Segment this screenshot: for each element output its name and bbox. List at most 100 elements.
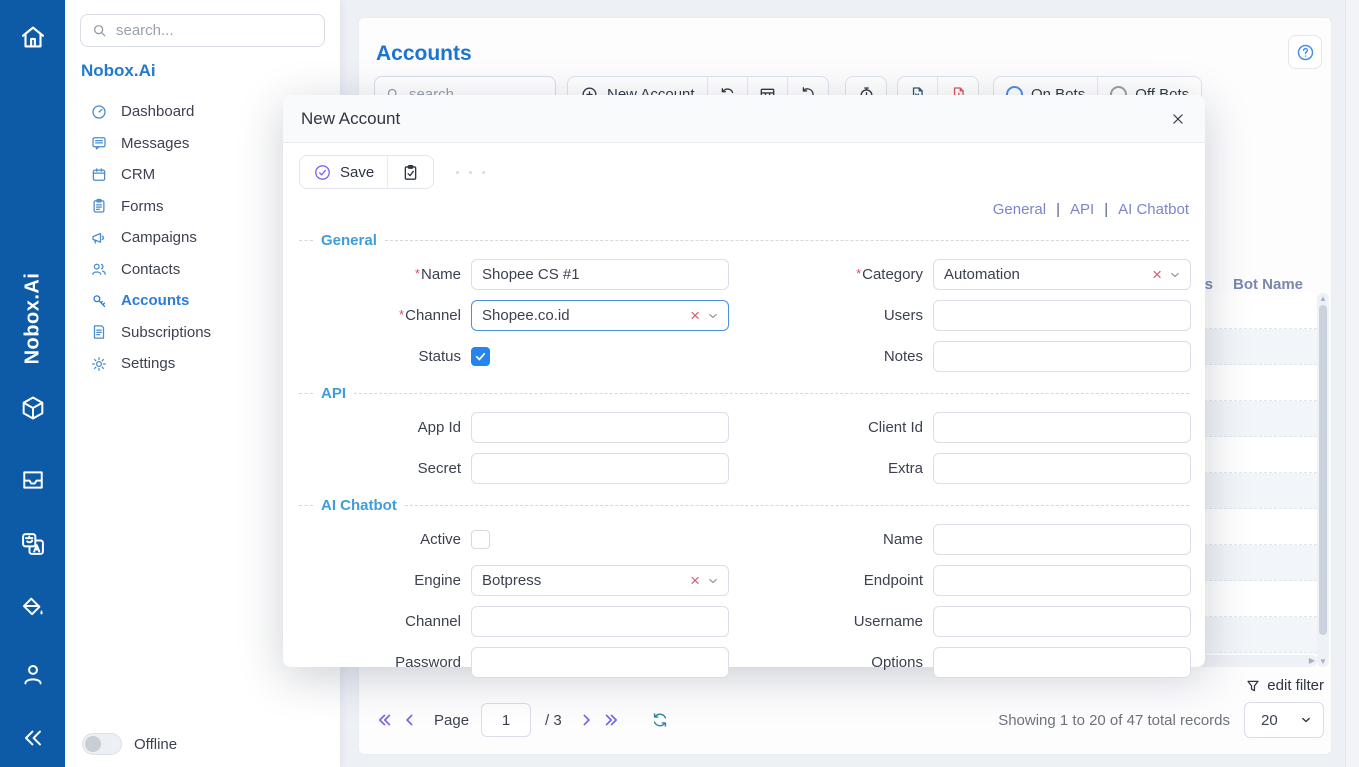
extra-field[interactable] xyxy=(933,453,1191,484)
offline-control: Offline xyxy=(82,733,177,755)
category-select[interactable]: Automation × xyxy=(933,259,1191,290)
bot-channel-field[interactable] xyxy=(471,606,729,637)
tab-general[interactable]: General xyxy=(993,201,1046,218)
app-id-field[interactable] xyxy=(471,412,729,443)
check-circle-icon xyxy=(313,163,332,182)
secret-field[interactable] xyxy=(471,453,729,484)
page-title: Accounts xyxy=(376,42,472,66)
gear-icon xyxy=(90,355,108,373)
users-label: Users xyxy=(739,307,923,324)
sidebar-brand: Nobox.Ai xyxy=(81,61,156,81)
bot-name-label: Name xyxy=(739,531,923,548)
inbox-icon[interactable] xyxy=(19,466,47,494)
sidebar-search-input[interactable] xyxy=(116,22,315,39)
name-field[interactable] xyxy=(471,259,729,290)
translate-icon[interactable] xyxy=(19,530,47,558)
close-icon[interactable] xyxy=(1169,110,1187,128)
page-number-input[interactable] xyxy=(481,703,531,737)
active-checkbox[interactable] xyxy=(471,530,490,549)
key-icon xyxy=(90,292,108,310)
notes-field[interactable] xyxy=(933,341,1191,372)
save-button[interactable]: Save xyxy=(300,156,387,188)
username-field[interactable] xyxy=(933,606,1191,637)
column-header-bot-name[interactable]: Bot Name xyxy=(1233,276,1303,293)
table-vertical-scrollbar[interactable]: ▲ ▼ xyxy=(1317,293,1329,667)
tab-api[interactable]: API xyxy=(1070,201,1094,218)
total-pages: / 3 xyxy=(545,712,562,729)
channel-label: *Channel xyxy=(299,307,461,324)
endpoint-field[interactable] xyxy=(933,565,1191,596)
drag-dots xyxy=(456,171,485,174)
pagination-bar: Page / 3 Showing 1 to 20 of 47 total rec… xyxy=(374,702,1324,738)
notes-label: Notes xyxy=(739,348,923,365)
engine-select[interactable]: Botpress × xyxy=(471,565,729,596)
collapse-icon[interactable] xyxy=(19,724,47,752)
page-scrollbar[interactable] xyxy=(1345,0,1359,767)
chevron-down-icon xyxy=(1299,713,1313,727)
sidebar-search[interactable] xyxy=(80,14,325,47)
messages-icon xyxy=(90,134,108,152)
status-checkbox[interactable] xyxy=(471,347,490,366)
icon-rail: Nobox.Ai xyxy=(0,0,65,767)
search-icon xyxy=(91,22,108,39)
channel-select[interactable]: Shopee.co.id × xyxy=(471,300,729,331)
reload-list-button[interactable] xyxy=(650,710,670,730)
name-label: *Name xyxy=(299,266,461,283)
calendar-icon xyxy=(90,166,108,184)
paint-bucket-icon[interactable] xyxy=(19,594,47,622)
funnel-icon xyxy=(1245,678,1261,694)
offline-toggle[interactable] xyxy=(82,733,122,755)
clipboard-icon xyxy=(90,197,108,215)
brand-vertical: Nobox.Ai xyxy=(0,238,65,398)
section-ai-chatbot-title: AI Chatbot xyxy=(299,496,1189,514)
chevron-down-icon xyxy=(706,309,720,323)
modal-body: Save General | API | AI Chatbot General xyxy=(283,143,1205,678)
save-group: Save xyxy=(299,155,434,189)
section-api-title: API xyxy=(299,384,1189,402)
clipboard-check-icon xyxy=(401,163,420,182)
bot-name-field[interactable] xyxy=(933,524,1191,555)
clear-icon[interactable]: × xyxy=(1152,266,1162,283)
page-size-select[interactable]: 20 xyxy=(1244,702,1324,738)
dashboard-icon xyxy=(90,103,108,121)
home-icon[interactable] xyxy=(18,22,48,52)
username-label: Username xyxy=(739,613,923,630)
section-nav: General | API | AI Chatbot xyxy=(299,199,1189,219)
help-button[interactable] xyxy=(1288,35,1322,69)
extra-label: Extra xyxy=(739,460,923,477)
modal-header: New Account xyxy=(283,95,1205,143)
edit-filter-button[interactable]: edit filter xyxy=(1245,677,1324,694)
users-icon xyxy=(90,260,108,278)
section-general-title: General xyxy=(299,231,1189,249)
status-label: Status xyxy=(299,348,461,365)
app-id-label: App Id xyxy=(299,419,461,436)
engine-label: Engine xyxy=(299,572,461,589)
megaphone-icon xyxy=(90,229,108,247)
chevron-down-icon xyxy=(706,574,720,588)
tab-ai-chatbot[interactable]: AI Chatbot xyxy=(1118,201,1189,218)
password-field[interactable] xyxy=(471,647,729,678)
client-id-field[interactable] xyxy=(933,412,1191,443)
client-id-label: Client Id xyxy=(739,419,923,436)
clear-icon[interactable]: × xyxy=(690,572,700,589)
app-root: Nobox.Ai Nobox.Ai Dashboard xyxy=(0,0,1359,767)
offline-label: Offline xyxy=(134,736,177,753)
modal-title: New Account xyxy=(301,109,400,129)
options-label: Options xyxy=(739,654,923,671)
user-icon[interactable] xyxy=(19,660,47,688)
options-field[interactable] xyxy=(933,647,1191,678)
password-label: Password xyxy=(299,654,461,671)
cube-icon[interactable] xyxy=(19,394,47,422)
category-label: *Category xyxy=(739,266,923,283)
endpoint-label: Endpoint xyxy=(739,572,923,589)
records-summary: Showing 1 to 20 of 47 total records xyxy=(998,712,1230,729)
secret-label: Secret xyxy=(299,460,461,477)
prev-page-button[interactable] xyxy=(400,710,420,730)
next-page-button[interactable] xyxy=(576,710,596,730)
clear-icon[interactable]: × xyxy=(690,307,700,324)
save-and-copy-button[interactable] xyxy=(388,156,433,188)
last-page-button[interactable] xyxy=(602,710,622,730)
page-label: Page xyxy=(434,712,469,729)
first-page-button[interactable] xyxy=(374,710,394,730)
users-field[interactable] xyxy=(933,300,1191,331)
